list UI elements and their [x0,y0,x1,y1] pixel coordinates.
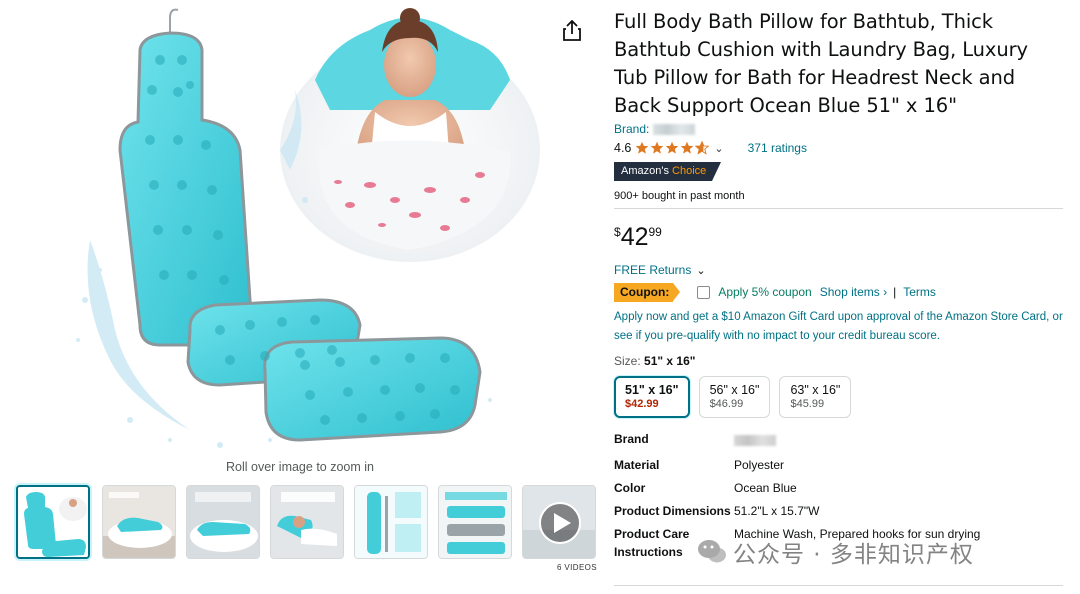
rating-row: 4.6 ⌄ 371 ratings [614,140,1066,156]
media-gallery: Roll over image to zoom in 6 VIDEOS [0,0,600,594]
star-icon [666,141,679,154]
chevron-down-icon: ⌄ [696,264,706,277]
product-details: Full Body Bath Pillow for Bathtub, Thick… [614,0,1066,594]
thumbnail-3[interactable] [186,485,260,559]
spec-key: Product Dimensions [614,504,731,518]
coupon-tag: Coupon: [614,282,674,302]
coupon-checkbox[interactable] [697,285,711,299]
apply-coupon-label[interactable]: Apply 5% coupon [718,285,811,299]
divider [614,208,1063,209]
store-card-promo-link[interactable]: Apply now and get a $10 Amazon Gift Card… [614,308,1066,346]
size-option-63x16[interactable]: 63" x 16" $45.99 [779,376,852,418]
spec-value: Ocean Blue [734,481,797,495]
rating-value: 4.6 [614,141,632,155]
thumbnail-2[interactable] [102,485,176,559]
share-icon[interactable] [562,19,582,42]
thumbnail-strip: 6 VIDEOS [16,485,598,572]
free-returns-label: FREE Returns [614,263,692,277]
size-option-label: 63" x 16" [790,383,841,397]
size-options: 51" x 16" $42.99 56" x 16" $46.99 63" x … [614,376,1066,420]
spec-value: 51.2"L x 15.7"W [734,504,820,518]
star-icon [636,141,649,154]
brand-name-redacted [653,124,696,136]
brand-prefix: Brand: [614,122,650,136]
star-half-icon [695,141,710,155]
spec-key: Color [614,481,646,495]
star-rating[interactable] [635,141,710,155]
separator: | [893,285,897,299]
wechat-icon [698,540,726,563]
watermark-text: 公众号 · 多非知识产权 [733,542,974,568]
price-fraction: 99 [648,225,662,239]
size-option-label: 51" x 16" [625,383,679,397]
size-selected: 51" x 16" [644,354,696,368]
size-option-label: 56" x 16" [709,383,760,397]
size-option-51x16[interactable]: 51" x 16" $42.99 [614,376,690,418]
chevron-down-icon[interactable]: ⌄ [714,142,723,155]
price-symbol: $ [614,225,621,239]
divider [614,585,1063,586]
ratings-count-link[interactable]: 371 ratings [748,141,807,155]
spec-value: Polyester [734,458,785,472]
size-label: Size: 51" x 16" [614,354,1066,368]
badge-choice: Choice [672,165,707,177]
size-option-56x16[interactable]: 56" x 16" $46.99 [698,376,771,418]
bought-past-month: 900+ bought in past month [614,190,745,202]
videos-count-label: 6 VIDEOS [556,563,598,572]
watermark: 公众号 · 多非知识产权 [697,534,974,570]
size-option-price: $42.99 [625,398,659,410]
amazons-choice-badge[interactable]: Amazon's Choice [614,162,722,181]
price-whole: 42 [620,223,649,251]
price: $ 42 99 [614,223,1066,253]
badge-prefix: Amazon's [621,165,669,177]
size-option-price: $45.99 [790,398,825,410]
thumbnail-video[interactable] [522,485,596,559]
brand-link[interactable]: Brand: [614,122,1066,136]
coupon-row: Coupon: Apply 5% coupon Shop items › | T… [614,282,1066,302]
thumbnail-6[interactable] [438,485,512,559]
thumbnail-5[interactable] [354,485,428,559]
star-icon [681,141,694,154]
spec-key: Brand [614,432,649,446]
spec-row-color: Color Ocean Blue [614,480,1066,498]
spec-row-material: Material Polyester [614,457,1066,475]
size-option-price: $46.99 [709,398,744,410]
terms-link[interactable]: Terms [903,285,936,299]
spec-key: Material [614,458,660,472]
size-label-prefix: Size: [614,354,641,368]
brand-value-redacted [734,435,776,446]
spec-row-brand: Brand [614,431,1066,452]
shop-items-link[interactable]: Shop items › [820,285,887,299]
product-title: Full Body Bath Pillow for Bathtub, Thick… [614,10,1028,117]
thumbnail-1[interactable] [16,485,90,559]
free-returns-link[interactable]: FREE Returns ⌄ [614,263,1066,277]
thumbnail-4[interactable] [270,485,344,559]
star-icon [651,141,664,154]
spec-row-dimensions: Product Dimensions 51.2"L x 15.7"W [614,503,1066,521]
main-product-image[interactable] [70,0,550,455]
zoom-hint: Roll over image to zoom in [226,460,374,474]
